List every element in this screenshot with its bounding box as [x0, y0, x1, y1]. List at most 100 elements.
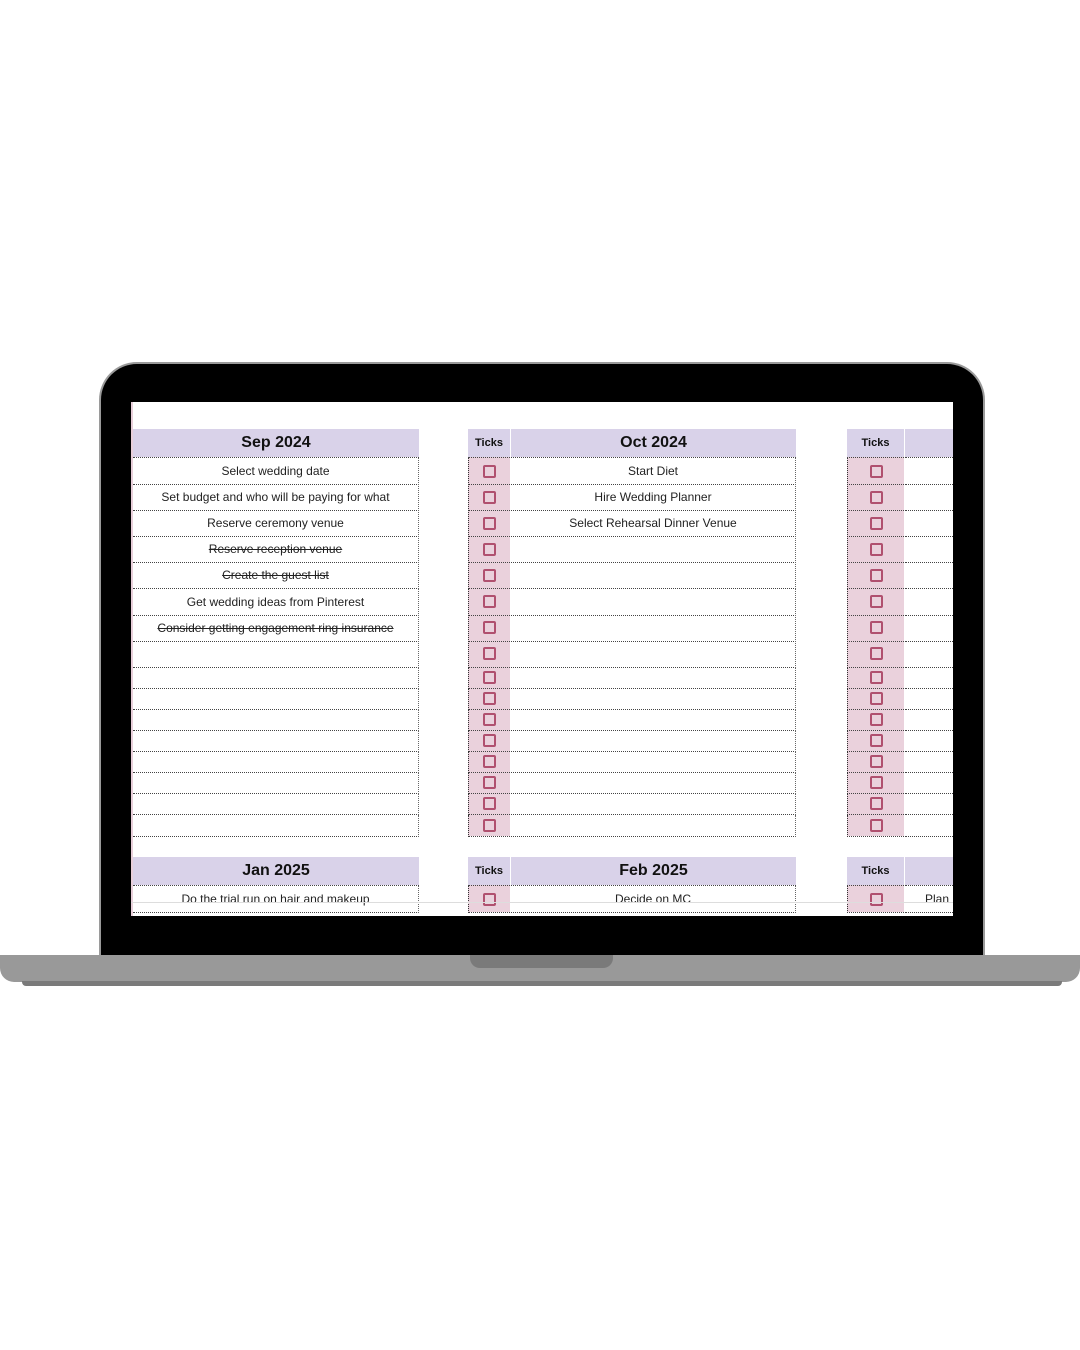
task-row[interactable]	[511, 666, 796, 689]
checkbox[interactable]	[483, 818, 496, 832]
checkbox[interactable]	[483, 776, 496, 790]
checkbox[interactable]	[869, 490, 883, 504]
task-row[interactable]: Set budget and who will be paying for wh…	[133, 484, 419, 512]
task-row[interactable]	[905, 562, 953, 590]
task-row[interactable]	[905, 772, 953, 795]
checkbox[interactable]	[869, 818, 883, 832]
task-row[interactable]	[905, 793, 953, 816]
checkbox[interactable]	[869, 755, 883, 769]
task-row[interactable]	[133, 687, 419, 710]
task-row[interactable]: Get wedding ideas from Pinterest	[133, 588, 419, 616]
task-row[interactable]: Hire Wedding Planner	[511, 484, 796, 512]
checkbox[interactable]	[869, 621, 883, 635]
month-header: Jan 2025	[133, 857, 419, 885]
month-header: Sep 2024	[133, 429, 419, 457]
checkbox[interactable]	[483, 755, 496, 769]
checkbox[interactable]	[483, 797, 496, 811]
task-row[interactable]: Reserve ceremony venue	[133, 510, 419, 538]
checkbox[interactable]	[483, 670, 496, 684]
tick-row	[468, 772, 510, 795]
checkbox[interactable]	[483, 568, 496, 582]
task-row[interactable]	[133, 772, 419, 795]
task-row[interactable]: Consider getting engagement ring insuran…	[133, 614, 419, 642]
task-row[interactable]	[133, 640, 419, 668]
task-row[interactable]: Start Diet	[511, 458, 796, 486]
ticks-header: Ticks	[847, 857, 904, 885]
tick-row	[847, 709, 904, 732]
task-row[interactable]	[511, 536, 796, 564]
checkbox[interactable]	[869, 691, 883, 705]
task-row[interactable]	[511, 751, 796, 774]
ticks-header: Ticks	[468, 857, 510, 885]
task-row[interactable]	[511, 709, 796, 732]
checkbox[interactable]	[483, 713, 496, 727]
checkbox[interactable]	[483, 691, 496, 705]
task-column: Plan	[905, 885, 953, 914]
task-row[interactable]: Select wedding date	[133, 458, 419, 486]
task-row[interactable]	[905, 730, 953, 753]
checkbox[interactable]	[869, 464, 883, 478]
task-row[interactable]	[905, 667, 953, 689]
task-row[interactable]	[905, 510, 953, 538]
task-row[interactable]: Select Rehearsal Dinner Venue	[511, 510, 796, 538]
checkbox[interactable]	[483, 490, 496, 504]
tick-row	[847, 772, 904, 795]
task-row[interactable]	[133, 730, 419, 753]
checkbox[interactable]	[869, 776, 883, 790]
task-row[interactable]: Decide on MC	[511, 886, 796, 914]
checkbox[interactable]	[869, 734, 883, 748]
checkbox[interactable]	[869, 647, 883, 661]
task-row[interactable]	[905, 589, 953, 616]
checkbox[interactable]	[869, 670, 883, 684]
checkbox[interactable]	[869, 516, 883, 530]
task-row[interactable]	[133, 793, 419, 816]
task-row[interactable]	[133, 814, 419, 837]
task-row[interactable]	[905, 484, 953, 512]
task-row[interactable]	[511, 793, 796, 816]
checkbox[interactable]	[483, 647, 496, 661]
task-row[interactable]	[905, 688, 953, 710]
task-row[interactable]	[511, 562, 796, 590]
task-row[interactable]	[905, 815, 953, 837]
task-text: Select wedding date	[221, 464, 330, 479]
checkbox[interactable]	[483, 595, 496, 609]
task-row[interactable]	[511, 730, 796, 753]
task-row[interactable]: Do the trial run on hair and makeup	[133, 886, 419, 914]
task-row[interactable]	[133, 751, 419, 774]
task-text: Reserve reception venue	[208, 542, 343, 557]
ticks-column	[468, 457, 510, 837]
checkbox[interactable]	[483, 621, 496, 635]
task-row[interactable]	[133, 709, 419, 732]
task-row[interactable]	[905, 615, 953, 642]
checkbox[interactable]	[483, 734, 496, 748]
checkbox[interactable]	[483, 892, 496, 906]
checkbox[interactable]	[483, 464, 496, 478]
checkbox[interactable]	[869, 892, 883, 906]
checkbox[interactable]	[483, 542, 496, 556]
task-row[interactable]: Reserve reception venue	[133, 536, 419, 564]
task-row[interactable]	[511, 640, 796, 668]
task-row[interactable]: Create the guest list	[133, 562, 419, 590]
task-row[interactable]	[511, 814, 796, 837]
checkbox[interactable]	[869, 713, 883, 727]
task-row[interactable]	[133, 666, 419, 689]
checkbox[interactable]	[869, 568, 883, 582]
tick-row	[468, 588, 510, 616]
task-row[interactable]	[905, 641, 953, 668]
task-row[interactable]	[905, 709, 953, 732]
checkbox[interactable]	[869, 595, 883, 609]
tick-row	[468, 510, 510, 538]
laptop-base-shadow	[22, 981, 1062, 986]
task-row[interactable]	[905, 536, 953, 564]
task-row[interactable]	[511, 588, 796, 616]
checkbox[interactable]	[483, 516, 496, 530]
task-row[interactable]	[511, 687, 796, 710]
checkbox[interactable]	[869, 542, 883, 556]
task-row[interactable]	[511, 772, 796, 795]
month-header: Oct 2024	[511, 429, 796, 457]
task-row[interactable]	[905, 751, 953, 774]
task-row[interactable]: Plan	[905, 886, 953, 914]
checkbox[interactable]	[869, 797, 883, 811]
task-row[interactable]	[905, 458, 953, 486]
task-row[interactable]	[511, 614, 796, 642]
